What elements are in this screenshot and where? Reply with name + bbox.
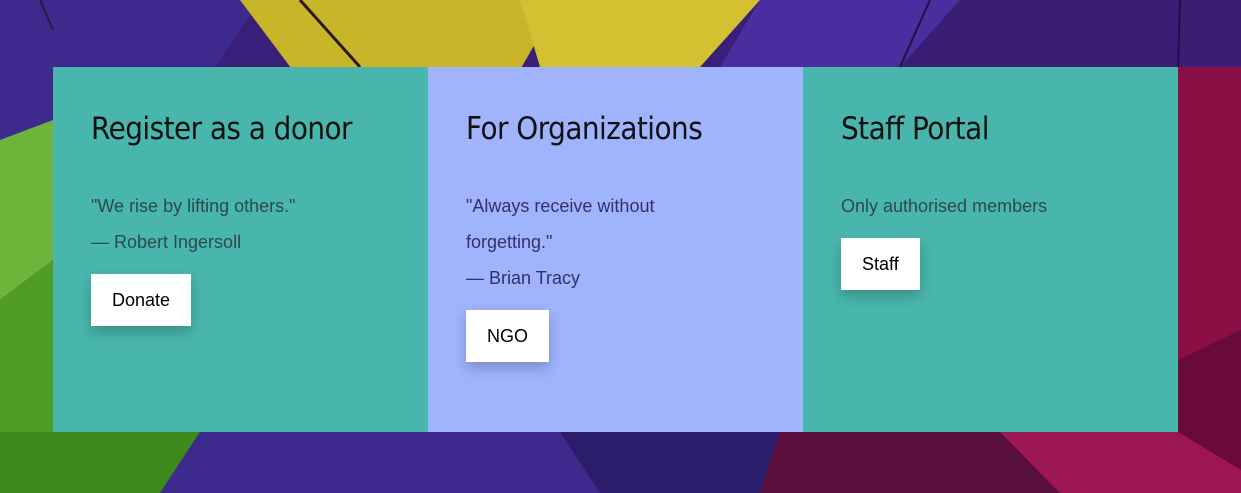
staff-button[interactable]: Staff (841, 238, 920, 290)
quote-author: — Brian Tracy (466, 268, 581, 288)
donate-button[interactable]: Donate (91, 274, 192, 326)
card-donor: Register as a donor "We rise by lifting … (53, 67, 428, 432)
card-title: Register as a donor (91, 111, 352, 147)
card-title: Staff Portal (841, 111, 989, 147)
card-body: Only authorised members (841, 188, 1140, 224)
card-body: "Always receive without forgetting." — B… (466, 188, 765, 296)
quote-text: "Always receive without forgetting." (466, 196, 655, 252)
card-title: For Organizations (466, 111, 703, 147)
card-staff-portal: Staff Portal Only authorised members Sta… (803, 67, 1178, 432)
quote-text: "We rise by lifting others." (91, 196, 296, 216)
quote-author: — Robert Ingersoll (91, 232, 242, 252)
card-organizations: For Organizations "Always receive withou… (428, 67, 803, 432)
card-body: "We rise by lifting others." — Robert In… (91, 188, 390, 260)
card-description: Only authorised members (841, 196, 1048, 216)
ngo-button[interactable]: NGO (466, 310, 550, 362)
cards-container: Register as a donor "We rise by lifting … (53, 67, 1178, 432)
